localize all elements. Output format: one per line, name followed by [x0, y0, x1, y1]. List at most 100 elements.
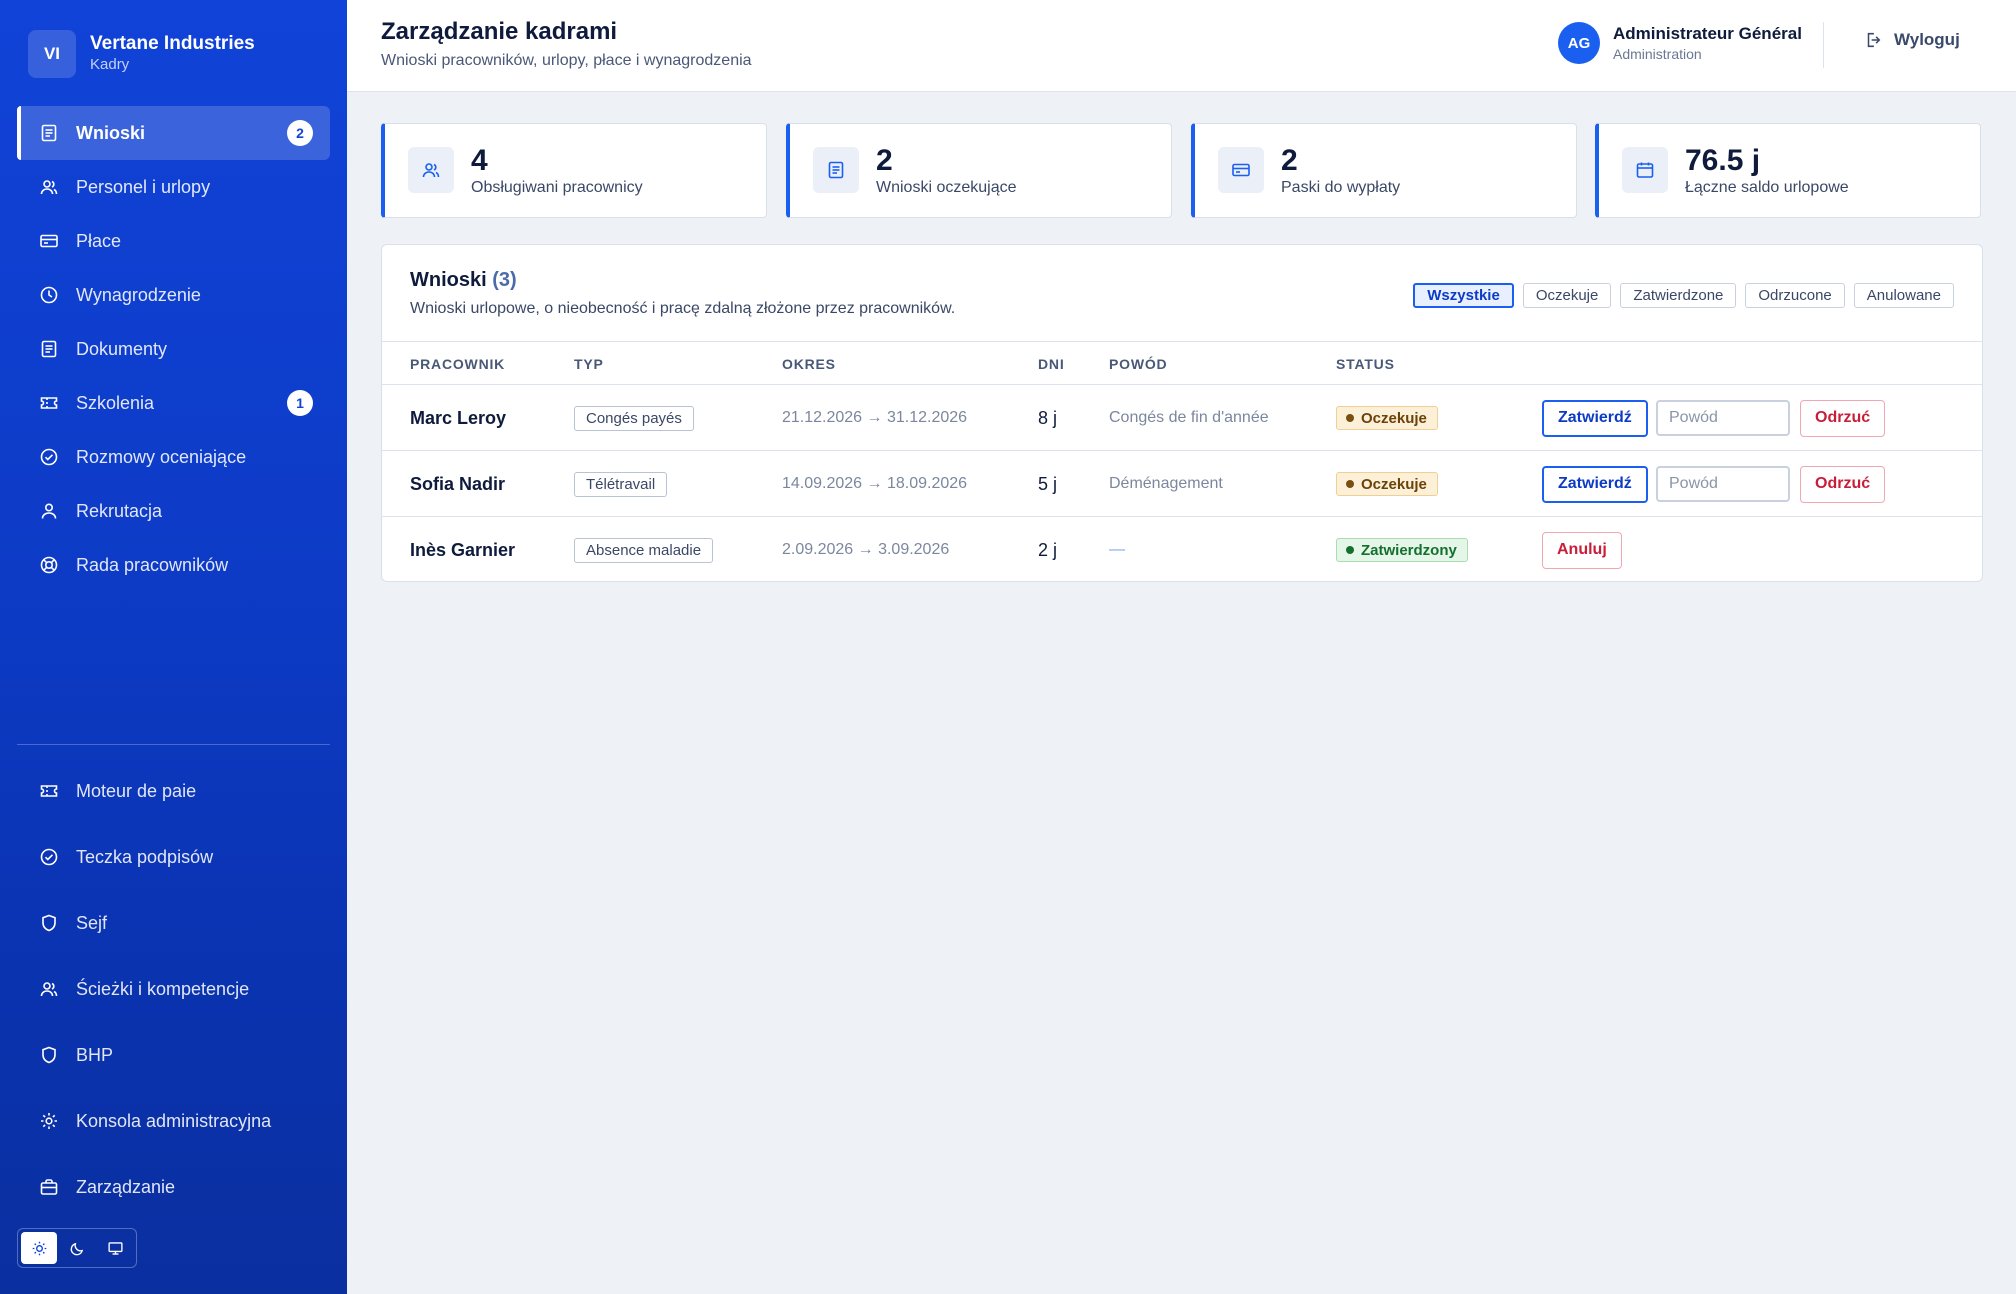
stat-label: Obsługiwani pracownicy — [471, 179, 643, 196]
filter-rejected[interactable]: Odrzucone — [1745, 283, 1845, 308]
theme-light-button[interactable] — [21, 1232, 57, 1264]
sidebar-item-sejf[interactable]: Sejf — [17, 890, 330, 956]
check-circle-icon — [40, 448, 58, 466]
reason-input[interactable] — [1656, 466, 1790, 502]
approve-button[interactable]: Zatwierdź — [1542, 399, 1648, 437]
sidebar-item-label: Konsola administracyjna — [76, 1110, 272, 1131]
shield-icon — [42, 914, 56, 932]
sidebar-item-rekrutacja[interactable]: Rekrutacja — [17, 484, 330, 538]
sidebar-item-label: Płace — [76, 230, 122, 251]
sidebar-secondary-nav: Moteur de paie Teczka podpisów Sejf Ście… — [17, 758, 330, 1220]
card-icon — [1232, 163, 1250, 177]
user-role: Administration — [1613, 46, 1702, 62]
count-badge: 2 — [287, 120, 313, 146]
lifebuoy-icon — [40, 556, 58, 574]
stat-value: 4 — [471, 144, 488, 177]
column-header: DNI — [1038, 356, 1065, 372]
user-name: Administrateur Général — [1613, 24, 1802, 43]
sidebar-item-label: Zarządzanie — [76, 1176, 176, 1197]
reason-input[interactable] — [1656, 400, 1790, 436]
sidebar-item-label: Sejf — [76, 912, 108, 933]
sidebar-item-teczka[interactable]: Teczka podpisów — [17, 824, 330, 890]
employee-name: Inès Garnier — [410, 539, 516, 560]
stat-card-pending-requests: 2 Wnioski oczekujące — [786, 123, 1172, 218]
avatar: AG — [1558, 22, 1600, 64]
sidebar-item-place[interactable]: Płace — [17, 214, 330, 268]
brand-name: Vertane Industries — [90, 33, 255, 54]
sidebar-item-personel[interactable]: Personel i urlopy — [17, 160, 330, 214]
sidebar-item-rada[interactable]: Rada pracowników — [17, 538, 330, 592]
stat-label: Paski do wypłaty — [1281, 179, 1401, 196]
sidebar-item-label: Wynagrodzenie — [76, 284, 201, 305]
reject-button[interactable]: Odrzuć — [1800, 465, 1886, 503]
table-row: Marc Leroy Congés payés 21.12.2026 → 31.… — [382, 385, 1982, 451]
panel-title-count: (3) — [492, 269, 517, 291]
users-icon — [40, 982, 58, 997]
approve-button[interactable]: Zatwierdź — [1542, 465, 1648, 503]
filter-cancelled[interactable]: Anulowane — [1853, 283, 1954, 308]
status-text: Zatwierdzony — [1361, 541, 1457, 559]
theme-system-button[interactable] — [97, 1232, 133, 1264]
sidebar-item-szkolenia[interactable]: Szkolenia 1 — [17, 376, 330, 430]
status-dot — [1346, 414, 1354, 422]
status-badge: Oczekuje — [1336, 406, 1438, 430]
column-header: OKRES — [782, 356, 836, 372]
user-icon — [41, 503, 57, 519]
sidebar-item-sciezki[interactable]: Ścieżki i kompetencje — [17, 956, 330, 1022]
sidebar-item-dokumenty[interactable]: Dokumenty — [17, 322, 330, 376]
filter-pending[interactable]: Oczekuje — [1522, 283, 1612, 308]
card-icon — [40, 234, 58, 248]
reason: Congés de fin d'année — [1109, 409, 1269, 426]
type-tag: Télétravail — [574, 471, 668, 497]
sidebar-item-label: Rekrutacja — [76, 500, 163, 521]
sidebar-divider — [17, 744, 330, 745]
users-icon — [40, 180, 58, 195]
logout-button[interactable]: Wyloguj — [1864, 30, 1960, 50]
panel-title-text: Wnioski — [410, 269, 487, 291]
sidebar: VI Vertane Industries Kadry Wnioski 2 Pe… — [0, 0, 347, 1294]
header-divider — [1823, 22, 1824, 68]
sidebar-item-konsola[interactable]: Konsola administracyjna — [17, 1088, 330, 1154]
column-header: TYP — [574, 356, 604, 372]
sidebar-item-wnioski[interactable]: Wnioski 2 — [17, 106, 330, 160]
employee-name: Marc Leroy — [410, 407, 507, 428]
sidebar-item-label: Rozmowy oceniające — [76, 446, 247, 467]
filter-approved[interactable]: Zatwierdzone — [1620, 283, 1737, 308]
reject-button[interactable]: Odrzuć — [1800, 399, 1886, 437]
cancel-button[interactable]: Anuluj — [1542, 531, 1622, 569]
stat-value: 76.5 j — [1685, 144, 1761, 177]
reason: Déménagement — [1109, 475, 1223, 492]
sidebar-item-label: Rada pracowników — [76, 554, 229, 575]
count-badge: 1 — [287, 390, 313, 416]
theme-switcher — [17, 1228, 137, 1268]
check-circle-icon — [40, 848, 58, 866]
top-header: Zarządzanie kadrami Wnioski pracowników,… — [347, 0, 2016, 92]
brand[interactable]: VI Vertane Industries Kadry — [28, 30, 255, 78]
page-subtitle: Wnioski pracowników, urlopy, płace i wyn… — [381, 52, 752, 69]
status-text: Oczekuje — [1361, 409, 1427, 427]
theme-dark-button[interactable] — [59, 1232, 95, 1264]
sun-icon — [32, 1241, 46, 1255]
filter-all[interactable]: Wszystkie — [1413, 283, 1514, 308]
ticket-icon — [40, 785, 58, 797]
user-profile[interactable]: AG Administrateur Général Administration — [1558, 22, 1802, 64]
sidebar-item-label: Teczka podpisów — [76, 846, 214, 867]
table-row: Inès Garnier Absence maladie 2.09.2026 →… — [382, 517, 1982, 581]
page-title: Zarządzanie kadrami — [381, 18, 618, 45]
days: 8 j — [1038, 407, 1058, 428]
sidebar-item-wynagrodzenie[interactable]: Wynagrodzenie — [17, 268, 330, 322]
briefcase-icon — [40, 1179, 58, 1195]
sidebar-item-moteur-de-paie[interactable]: Moteur de paie — [17, 758, 330, 824]
sidebar-item-label: Personel i urlopy — [76, 176, 211, 197]
calendar-icon — [1636, 162, 1654, 178]
sidebar-item-zarzadzanie[interactable]: Zarządzanie — [17, 1154, 330, 1220]
brand-logo: VI — [28, 30, 76, 78]
document-icon — [41, 124, 57, 142]
sidebar-item-bhp[interactable]: BHP — [17, 1022, 330, 1088]
sidebar-item-rozmowy[interactable]: Rozmowy oceniające — [17, 430, 330, 484]
sidebar-item-label: Szkolenia — [76, 392, 155, 413]
stat-card-payslips: 2 Paski do wypłaty — [1191, 123, 1577, 218]
status-dot — [1346, 546, 1354, 554]
panel-title: Wnioski (3) — [410, 269, 517, 292]
logout-icon — [1867, 32, 1881, 48]
